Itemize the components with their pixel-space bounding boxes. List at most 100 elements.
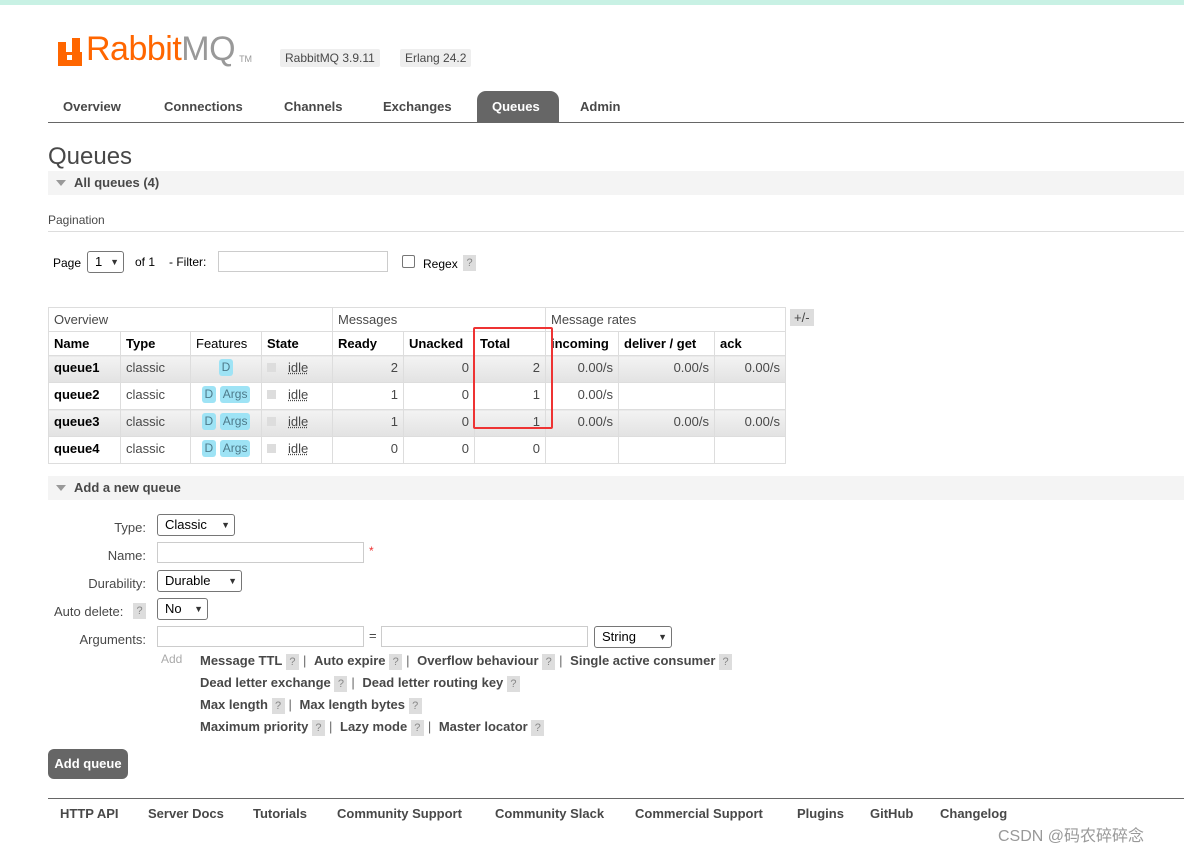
queue-state: idle (288, 414, 309, 429)
incoming-rate: 0.00/s (545, 355, 619, 383)
help-icon[interactable]: ? (542, 654, 556, 670)
feature-badge[interactable]: D (201, 386, 217, 403)
separator: | (288, 697, 292, 712)
rabbitmq-logo[interactable]: Rabbit MQ TM (58, 30, 252, 66)
queue-type-select[interactable]: Classic ▼ (157, 514, 235, 536)
regex-checkbox[interactable] (402, 255, 415, 268)
add-queue-toggle[interactable]: Add a new queue (48, 476, 1184, 500)
separator: | (328, 719, 333, 734)
feature-badge[interactable]: Args (219, 440, 251, 457)
unacked-count: 0 (403, 436, 475, 464)
auto-delete-select[interactable]: No ▼ (157, 598, 208, 620)
tab-admin[interactable]: Admin (565, 91, 635, 123)
footer-link[interactable]: Community Support (337, 806, 462, 821)
argument-shortcut-link[interactable]: Message TTL (200, 653, 282, 668)
add-queue-button[interactable]: Add queue (48, 749, 128, 779)
footer-link[interactable]: Changelog (940, 806, 1007, 821)
page-select[interactable]: 1 ▼ (87, 251, 124, 273)
feature-badge[interactable]: D (201, 440, 217, 457)
help-icon[interactable]: ? (389, 654, 403, 670)
footer-link[interactable]: GitHub (870, 806, 913, 821)
pagination-divider (48, 231, 1184, 232)
durability-label: Durability: (88, 576, 146, 591)
column-header-state[interactable]: State (261, 331, 333, 356)
table-row[interactable]: queue3 classic D Args idle 1 0 1 0.00/s 0.00/s 0.… (48, 409, 786, 437)
argument-key-input[interactable] (157, 626, 364, 647)
help-icon[interactable]: ? (506, 676, 520, 692)
footer-link[interactable]: Server Docs (148, 806, 224, 821)
tab-channels[interactable]: Channels (269, 91, 358, 123)
help-icon[interactable]: ? (408, 698, 422, 714)
filter-input[interactable] (218, 251, 388, 272)
column-header-type[interactable]: Type (120, 331, 191, 356)
group-header-message-rates: Message rates (545, 307, 786, 332)
argument-type-select[interactable]: String ▼ (594, 626, 672, 648)
help-icon[interactable]: ? (334, 676, 348, 692)
argument-shortcut-link[interactable]: Max length bytes (300, 697, 405, 712)
regex-help-icon[interactable]: ? (463, 255, 476, 271)
help-icon[interactable]: ? (719, 654, 733, 670)
ack-rate: 0.00/s (714, 355, 786, 383)
column-header-incoming[interactable]: incoming (545, 331, 619, 356)
queue-name-link[interactable]: queue3 (54, 414, 100, 429)
table-row[interactable]: queue1 classic Didle 2 0 2 0.00/s 0.00/s 0.00/s (48, 355, 786, 383)
add-argument-label: Add (161, 652, 183, 666)
filter-label: - Filter: (169, 255, 207, 269)
feature-badge[interactable]: D (201, 413, 217, 430)
argument-shortcuts-row: Dead letter exchange ? | Dead letter rout… (200, 675, 520, 692)
help-icon[interactable]: ? (531, 720, 545, 736)
argument-value-input[interactable] (381, 626, 588, 647)
columns-toggle-button[interactable]: +/- (790, 309, 814, 326)
logo-trademark: TM (239, 54, 253, 64)
feature-badge[interactable]: Args (219, 386, 251, 403)
auto-delete-help-icon[interactable]: ? (133, 603, 146, 619)
footer-link[interactable]: Plugins (797, 806, 844, 821)
incoming-rate: 0.00/s (545, 409, 619, 437)
add-queue-section-label: Add a new queue (74, 480, 181, 495)
help-icon[interactable]: ? (311, 720, 325, 736)
tab-overview[interactable]: Overview (48, 91, 136, 123)
table-row[interactable]: queue4 classic D Args idle 0 0 0 (48, 436, 786, 464)
column-header-unacked[interactable]: Unacked (403, 331, 475, 356)
state-indicator-icon (267, 417, 276, 426)
tab-exchanges[interactable]: Exchanges (368, 91, 467, 123)
argument-shortcut-link[interactable]: Lazy mode (340, 719, 407, 734)
footer-link[interactable]: HTTP API (60, 806, 119, 821)
tab-connections[interactable]: Connections (149, 91, 258, 123)
column-header-deliver-get[interactable]: deliver / get (618, 331, 715, 356)
ready-count: 1 (332, 409, 404, 437)
help-icon[interactable]: ? (410, 720, 424, 736)
durability-select[interactable]: Durable ▼ (157, 570, 242, 592)
column-header-ready[interactable]: Ready (332, 331, 404, 356)
incoming-rate: 0.00/s (545, 382, 619, 410)
queue-name-input[interactable] (157, 542, 364, 563)
argument-shortcut-link[interactable]: Dead letter routing key (362, 675, 503, 690)
argument-type-value: String (602, 629, 636, 644)
help-icon[interactable]: ? (271, 698, 285, 714)
footer-link[interactable]: Community Slack (495, 806, 604, 821)
footer-link[interactable]: Tutorials (253, 806, 307, 821)
queue-name-link[interactable]: queue1 (54, 360, 100, 375)
argument-shortcut-link[interactable]: Dead letter exchange (200, 675, 331, 690)
rabbitmq-version-badge: RabbitMQ 3.9.11 (280, 49, 380, 67)
table-row[interactable]: queue2 classic D Args idle 1 0 1 0.00/s (48, 382, 786, 410)
argument-shortcut-link[interactable]: Max length (200, 697, 268, 712)
tab-queues[interactable]: Queues (477, 91, 559, 123)
argument-shortcut-link[interactable]: Single active consumer (570, 653, 715, 668)
help-icon[interactable]: ? (285, 654, 299, 670)
argument-shortcut-link[interactable]: Master locator (439, 719, 528, 734)
argument-shortcut-link[interactable]: Auto expire (314, 653, 386, 668)
column-header-name[interactable]: Name (48, 331, 121, 356)
feature-badge[interactable]: D (218, 359, 234, 376)
argument-shortcut-link[interactable]: Maximum priority (200, 719, 308, 734)
unacked-count: 0 (403, 355, 475, 383)
queue-type-value: Classic (165, 517, 207, 532)
feature-badge[interactable]: Args (219, 413, 251, 430)
queue-name-link[interactable]: queue2 (54, 387, 100, 402)
queue-name-link[interactable]: queue4 (54, 441, 100, 456)
column-header-ack[interactable]: ack (714, 331, 786, 356)
all-queues-toggle[interactable]: All queues (4) (48, 171, 1184, 195)
argument-shortcut-link[interactable]: Overflow behaviour (417, 653, 538, 668)
footer-link[interactable]: Commercial Support (635, 806, 763, 821)
unacked-count: 0 (403, 409, 475, 437)
